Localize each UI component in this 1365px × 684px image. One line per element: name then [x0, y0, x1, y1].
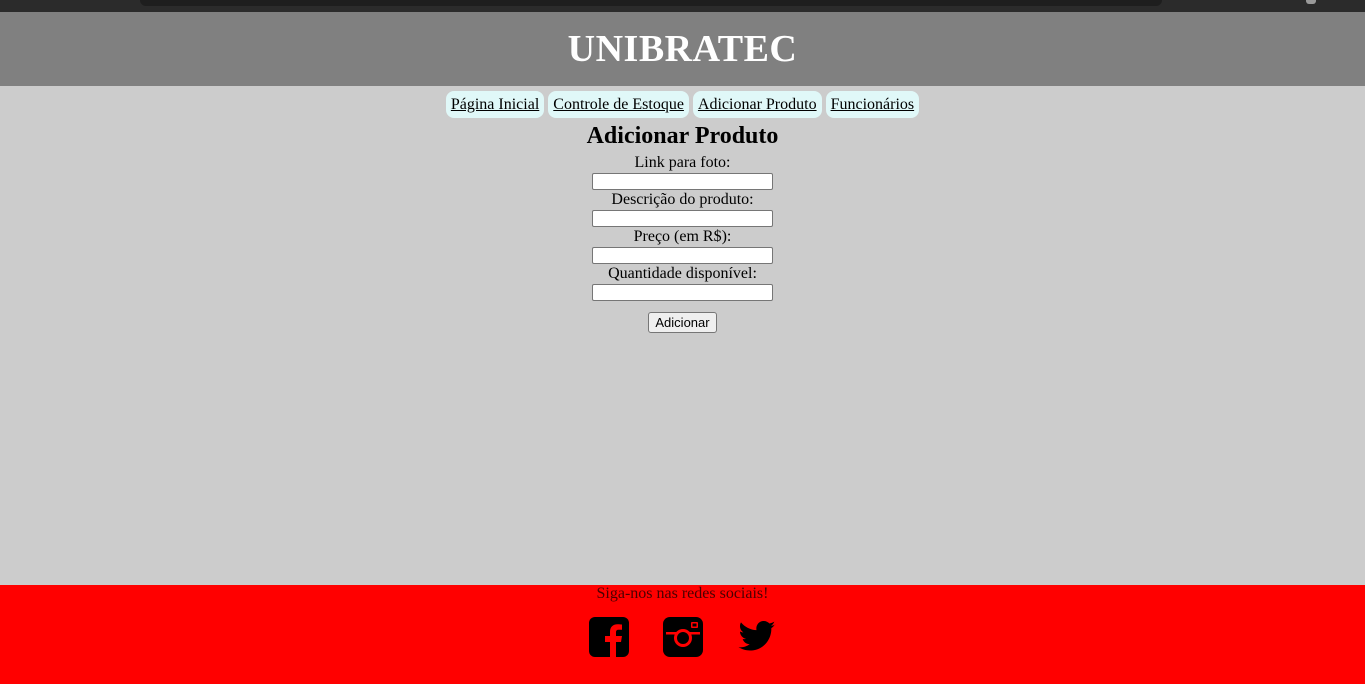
photo-link-label: Link para foto: [634, 154, 731, 171]
quantity-label: Quantidade disponível: [608, 265, 757, 282]
photo-link-field: Link para foto: [592, 154, 773, 191]
browser-top-strip [0, 0, 1365, 12]
quantity-input[interactable] [592, 284, 773, 301]
description-input[interactable] [592, 210, 773, 227]
price-input[interactable] [592, 247, 773, 264]
description-label: Descrição do produto: [611, 191, 754, 208]
main-nav: Página Inicial Controle de Estoque Adici… [0, 91, 1365, 119]
site-footer: Siga-nos nas redes sociais! [0, 585, 1365, 684]
twitter-icon[interactable] [737, 617, 777, 657]
instagram-icon[interactable] [662, 617, 703, 657]
browser-address-bar-edge [140, 0, 1162, 6]
facebook-icon[interactable] [588, 617, 629, 657]
site-header: UNIBRATEC [0, 12, 1365, 86]
quantity-field: Quantidade disponível: [592, 265, 773, 302]
browser-extension-icon [1306, 0, 1316, 4]
add-product-section: Adicionar Produto Link para foto: Descri… [0, 120, 1365, 333]
add-button[interactable]: Adicionar [648, 312, 717, 333]
description-field: Descrição do produto: [592, 191, 773, 228]
social-follow-text: Siga-nos nas redes sociais! [596, 585, 769, 602]
price-field: Preço (em R$): [592, 228, 773, 265]
site-title: UNIBRATEC [567, 28, 798, 70]
nav-link-controle-estoque[interactable]: Controle de Estoque [548, 91, 689, 118]
price-label: Preço (em R$): [633, 228, 732, 245]
photo-link-input[interactable] [592, 173, 773, 190]
nav-link-pagina-inicial[interactable]: Página Inicial [445, 91, 545, 118]
nav-link-adicionar-produto[interactable]: Adicionar Produto [692, 91, 822, 118]
page-title: Adicionar Produto [586, 123, 779, 149]
nav-link-funcionarios[interactable]: Funcionários [825, 91, 920, 118]
social-icons [588, 617, 777, 657]
